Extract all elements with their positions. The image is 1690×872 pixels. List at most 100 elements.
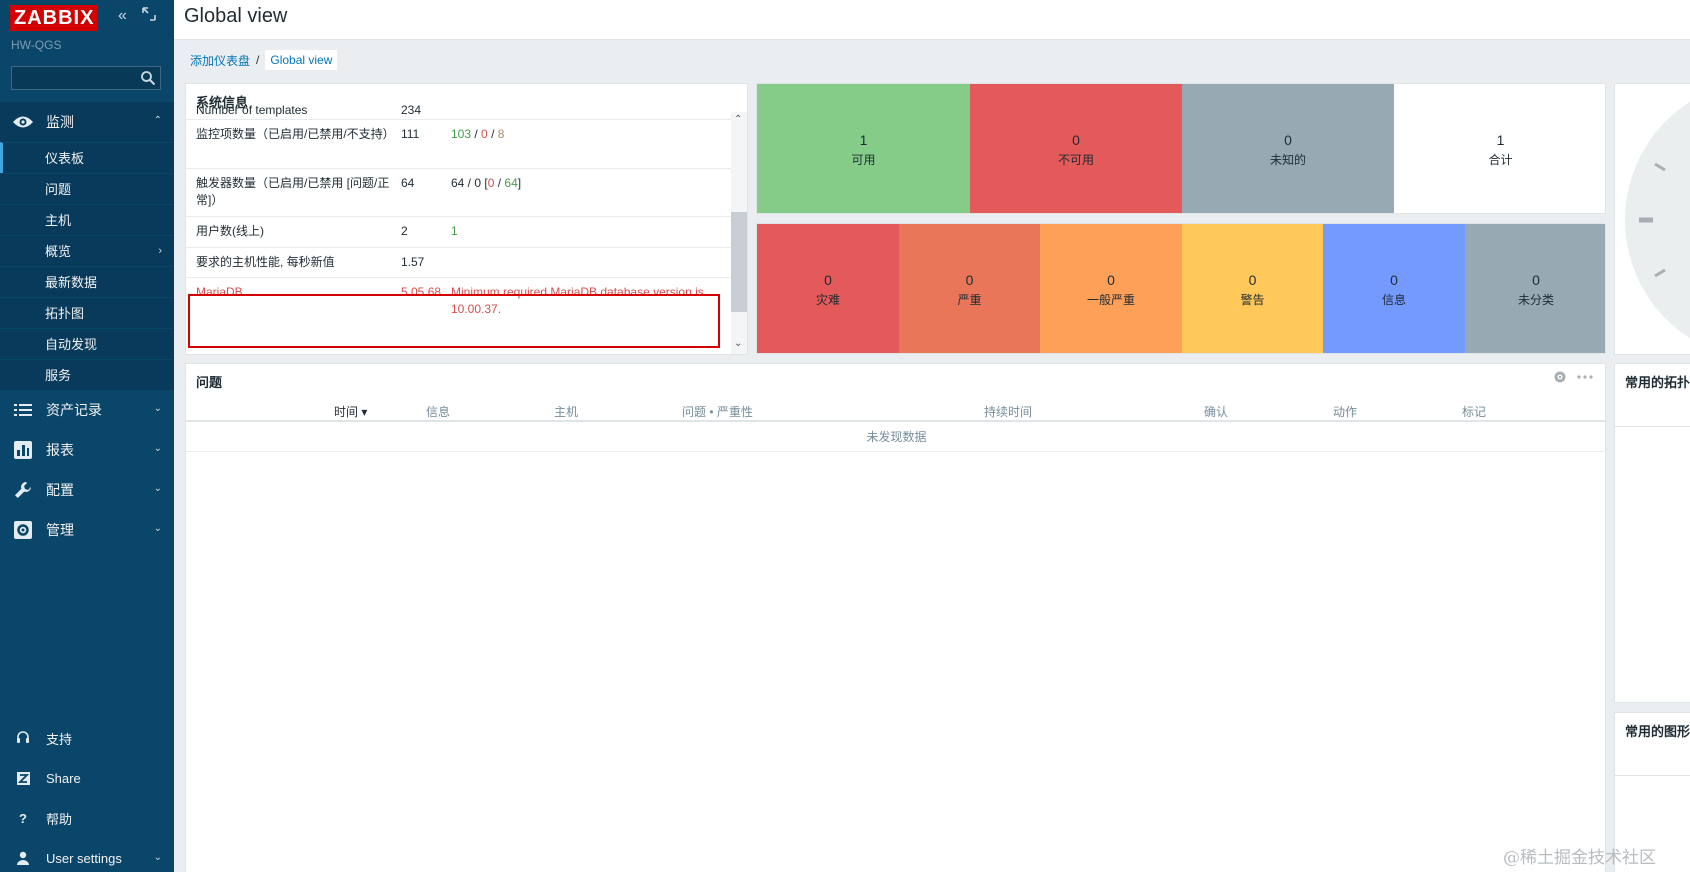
support-link[interactable]: 支持 <box>0 718 174 758</box>
submenu-overview[interactable]: 概览 › <box>0 235 174 266</box>
menu-configuration-label: 配置 <box>46 482 74 498</box>
collapse-sidebar-icon[interactable]: « <box>118 7 127 25</box>
trigger-prefix: 64 / 0 [ <box>451 176 488 190</box>
severity-warning[interactable]: 0 警告 <box>1182 224 1323 353</box>
tile-available[interactable]: 1 可用 <box>757 84 970 213</box>
search-icon[interactable] <box>140 70 156 86</box>
col-duration: 持续时间 <box>984 405 1033 419</box>
breadcrumb-separator: / <box>256 53 260 67</box>
page-title: Global view <box>184 5 288 27</box>
support-label: 支持 <box>46 731 73 747</box>
zabbix-share-icon <box>14 769 32 787</box>
tile-count: 0 <box>1248 272 1257 288</box>
user-settings-link[interactable]: User settings ⌄ <box>0 838 174 872</box>
col-host[interactable]: 主机 <box>554 403 578 420</box>
divider <box>1615 775 1690 776</box>
tile-count: 0 <box>1532 272 1540 288</box>
table-row: 触发器数量（已启用/已禁用 [问题/正常]） 64 64 / 0 [0 / 64… <box>186 169 732 217</box>
param-cell: 触发器数量（已启用/已禁用 [问题/正常]） <box>196 176 390 207</box>
system-info-widget: 系统信息 Number of templates 234 监控项数量（已启用/已… <box>185 83 748 355</box>
tile-unknown[interactable]: 0 未知的 <box>1182 84 1394 213</box>
menu-inventory-label: 资产记录 <box>46 402 102 418</box>
menu-configuration[interactable]: 配置 ⌄ <box>0 470 174 510</box>
trigger-suffix: ] <box>517 176 522 190</box>
favorite-graphs-title: 常用的图形 <box>1625 724 1690 739</box>
value-cell: 64 <box>401 176 415 190</box>
zabbix-logo[interactable]: ZABBIX <box>10 5 99 31</box>
search-box <box>11 66 161 90</box>
problems-by-severity-widget: 0 灾难 0 严重 0 一般严重 0 警告 0 信息 0 未分类 <box>756 223 1606 354</box>
submenu-services[interactable]: 服务 <box>0 359 174 390</box>
col-time[interactable]: 时间 ▾ <box>334 403 367 420</box>
help-link[interactable]: ? 帮助 <box>0 798 174 838</box>
menu-administration-label: 管理 <box>46 522 74 538</box>
user-icon <box>14 849 32 867</box>
gear-icon <box>12 519 34 541</box>
breadcrumb-current[interactable]: Global view <box>265 50 338 70</box>
scroll-down-icon[interactable]: ⌄ <box>734 338 742 349</box>
submenu-problems[interactable]: 问题 <box>0 173 174 204</box>
tile-count: 0 <box>1107 272 1115 288</box>
breadcrumb-dashboards[interactable]: 添加仪表盘 <box>190 52 250 69</box>
chevron-up-icon: ⌃ <box>153 115 162 126</box>
clock-widget <box>1614 83 1690 355</box>
submenu-overview-label: 概览 <box>45 244 72 259</box>
chevron-down-icon: ⌄ <box>153 523 162 534</box>
share-link[interactable]: Share <box>0 758 174 798</box>
user-settings-label: User settings <box>46 850 122 866</box>
details-cell: 103 / 0 / 8 <box>451 127 505 141</box>
eye-icon <box>12 111 34 133</box>
chevron-down-icon: ⌄ <box>153 443 162 454</box>
scrollbar[interactable]: ⌃ ⌄ <box>731 112 747 354</box>
submenu-discovery[interactable]: 自动发现 <box>0 328 174 359</box>
tile-count: 0 <box>965 272 974 288</box>
tile-count: 0 <box>1284 132 1292 148</box>
details-cell: 1 <box>451 224 458 238</box>
tile-total[interactable]: 1 合计 <box>1394 84 1605 213</box>
menu-inventory[interactable]: 资产记录 ⌄ <box>0 390 174 430</box>
col-problem-severity[interactable]: 问题 • 严重性 <box>682 403 753 420</box>
scroll-up-icon[interactable]: ⌃ <box>734 114 742 125</box>
divider <box>1615 426 1690 427</box>
tile-label: 警告 <box>1240 293 1265 307</box>
severity-high[interactable]: 0 严重 <box>899 224 1040 353</box>
details-cell: 64 / 0 [0 / 64] <box>451 176 522 190</box>
submenu-latest-data[interactable]: 最新数据 <box>0 266 174 297</box>
param-cell: 用户数(线上) <box>196 224 264 238</box>
table-row: 用户数(线上) 2 1 <box>186 217 732 248</box>
param-cell: Number of templates <box>196 103 308 117</box>
favorite-maps-title: 常用的拓扑图 <box>1625 375 1690 390</box>
problems-widget: 问题 时间 ▾ 信息 主机 问题 • 严重性 持续时间 确认 动作 标记 未发现… <box>185 363 1607 872</box>
col-actions: 动作 <box>1333 405 1358 419</box>
help-label: 帮助 <box>46 811 73 827</box>
col-ack: 确认 <box>1204 405 1229 419</box>
severity-average[interactable]: 0 一般严重 <box>1040 224 1182 353</box>
bar-chart-icon <box>12 439 34 461</box>
breadcrumb: 添加仪表盘 / Global view <box>190 50 338 70</box>
submenu-maps[interactable]: 拓扑图 <box>0 297 174 328</box>
menu-administration[interactable]: 管理 ⌄ <box>0 510 174 550</box>
highlight-box <box>188 294 720 348</box>
tile-label: 信息 <box>1381 293 1406 307</box>
submenu-hosts[interactable]: 主机 <box>0 204 174 235</box>
problem-count: 0 <box>487 176 495 190</box>
severity-information[interactable]: 0 信息 <box>1323 224 1465 353</box>
col-info: 信息 <box>426 405 451 419</box>
submenu-dashboard[interactable]: 仪表板 <box>0 142 174 173</box>
value-cell: 234 <box>401 103 422 117</box>
widget-actions <box>1553 370 1593 384</box>
tile-label: 灾难 <box>815 293 840 307</box>
scroll-thumb[interactable] <box>731 212 747 312</box>
col-tags: 标记 <box>1462 405 1487 419</box>
tile-label: 未知的 <box>1269 153 1306 167</box>
severity-not-classified[interactable]: 0 未分类 <box>1465 224 1605 353</box>
gear-icon[interactable] <box>1553 370 1567 384</box>
severity-disaster[interactable]: 0 灾难 <box>757 224 899 353</box>
tile-unavailable[interactable]: 0 不可用 <box>970 84 1182 213</box>
more-options-icon[interactable] <box>1577 370 1593 384</box>
page-header: Global view <box>174 0 1690 40</box>
search-input[interactable] <box>12 67 132 89</box>
menu-reports[interactable]: 报表 ⌄ <box>0 430 174 470</box>
menu-monitoring[interactable]: 监测 ⌃ <box>0 102 174 142</box>
kiosk-mode-icon[interactable] <box>142 7 156 26</box>
